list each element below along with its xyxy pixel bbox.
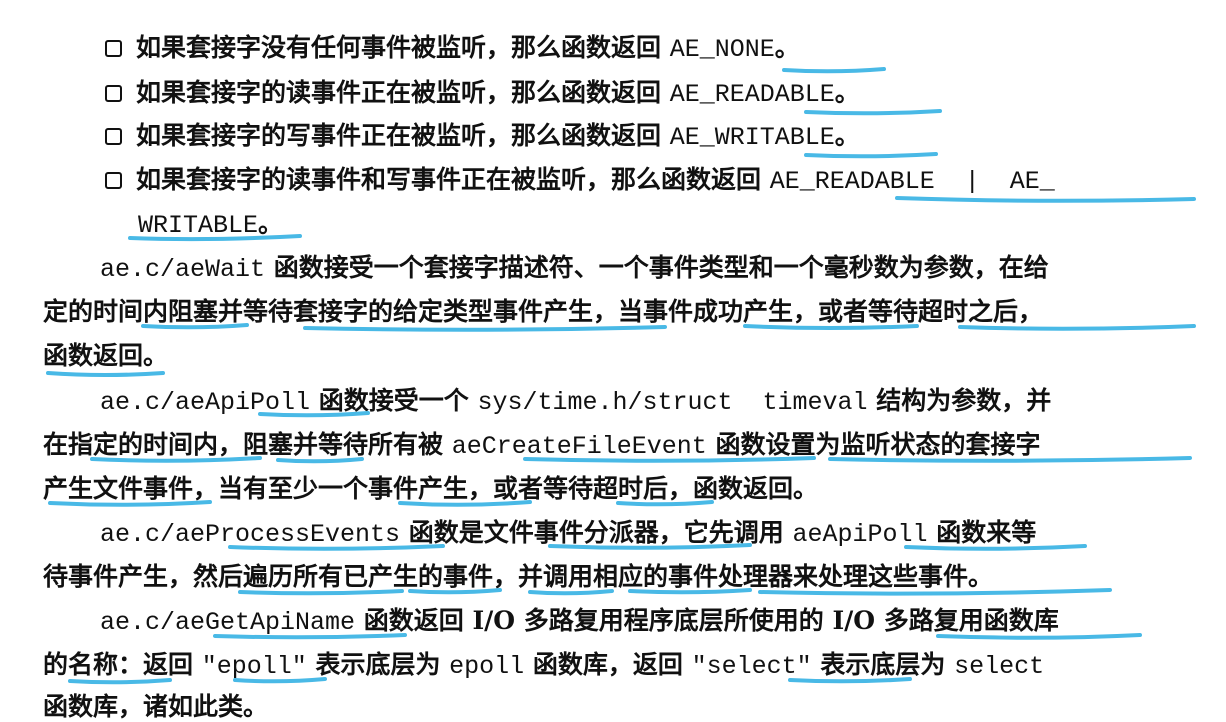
paragraph-line: ae.c/aeGetApiName 函数返回 I/O 多路复用程序底层所使用的 …: [100, 606, 1059, 637]
paragraph-line: 定的时间内阻塞并等待套接字的给定类型事件产生，当事件成功产生，或者等待超时之后，: [43, 297, 1044, 326]
paragraph-line: ae.c/aeWait 函数接受一个套接字描述符、一个事件类型和一个毫秒数为参数…: [100, 253, 1049, 284]
paragraph-line: 的名称：返回 "epoll" 表示底层为 epoll 函数库，返回 "selec…: [43, 650, 1045, 681]
bullet-item: 如果套接字没有任何事件被监听，那么函数返回 AE_NONE。: [105, 33, 800, 65]
bullet-item: 如果套接字的读事件正在被监听，那么函数返回 AE_READABLE。: [105, 78, 860, 110]
underline-mark: [46, 371, 165, 377]
underline-mark: [804, 109, 942, 116]
paragraph-line: 待事件产生，然后遍历所有已产生的事件，并调用相应的事件处理器来处理这些事件。: [43, 562, 994, 591]
underline-mark: [303, 325, 667, 332]
checkbox-bullet-icon: [105, 172, 122, 189]
checkbox-bullet-icon: [105, 40, 122, 57]
underline-mark: [782, 67, 886, 74]
paragraph-line: 产生文件事件，当有至少一个事件产生，或者等待超时后，函数返回。: [43, 474, 819, 503]
paragraph-line: ae.c/aeApiPoll 函数接受一个 sys/time.h/struct …: [100, 386, 1052, 417]
paragraph-line: 在指定的时间内，阻塞并等待所有被 aeCreateFileEvent 函数设置为…: [43, 430, 1041, 461]
bullet-item-continuation: WRITABLE。: [138, 209, 284, 240]
checkbox-bullet-icon: [105, 128, 122, 145]
underline-mark: [804, 152, 938, 159]
underline-mark: [895, 196, 1196, 203]
checkbox-bullet-icon: [105, 85, 122, 102]
bullet-item: 如果套接字的写事件正在被监听，那么函数返回 AE_WRITABLE。: [105, 121, 860, 153]
paragraph-line: ae.c/aeProcessEvents 函数是文件事件分派器，它先调用 aeA…: [100, 518, 1037, 549]
paragraph-line: 函数返回。: [43, 341, 169, 370]
bullet-item: 如果套接字的读事件和写事件正在被监听，那么函数返回 AE_READABLE | …: [105, 165, 1055, 197]
